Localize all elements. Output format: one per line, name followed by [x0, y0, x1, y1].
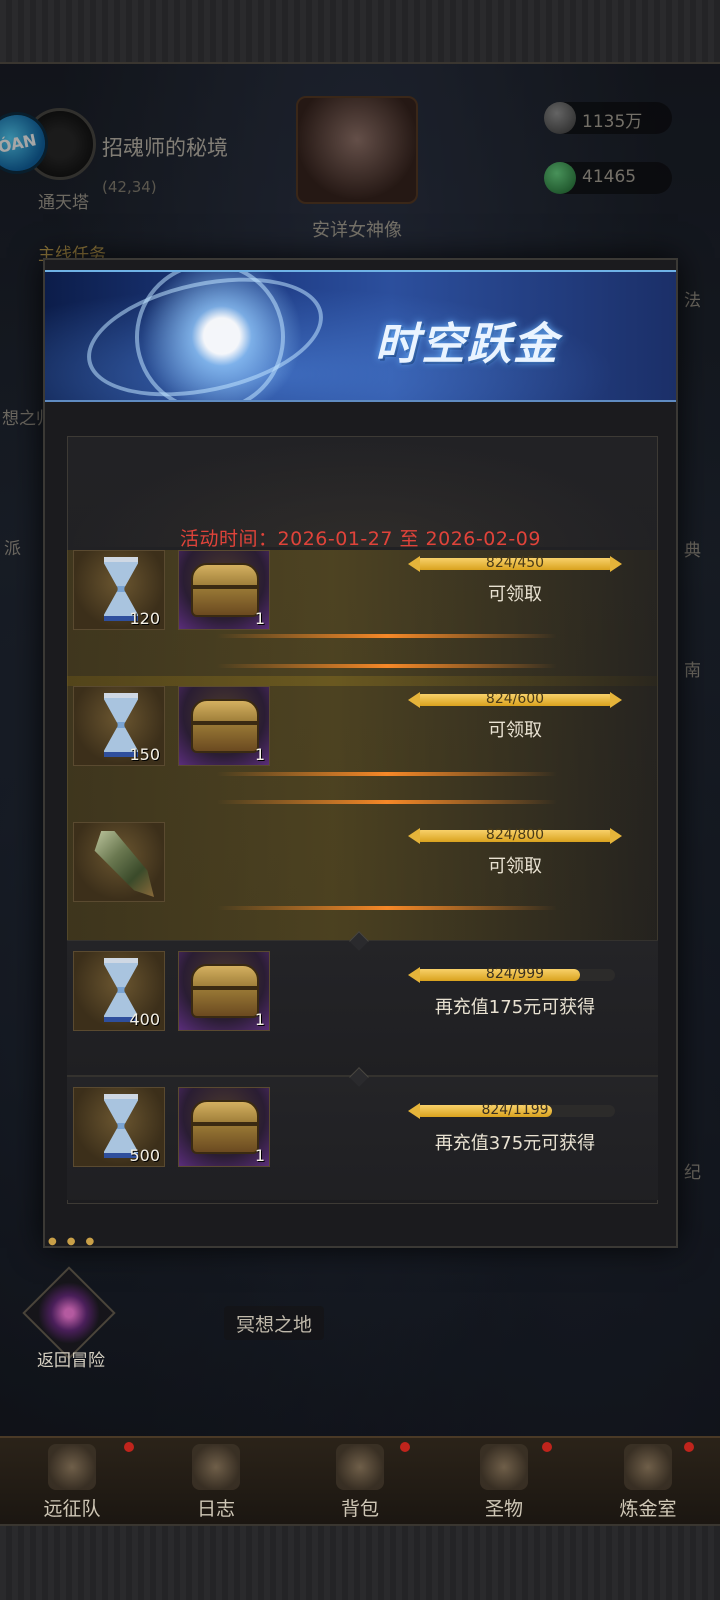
top-frame	[0, 0, 720, 64]
area-name: 冥想之地	[224, 1306, 324, 1340]
progress-bar: 824/1199	[408, 1102, 615, 1119]
nav-label: 远征队	[43, 1498, 101, 1520]
nav-backpack[interactable]: 背包	[288, 1438, 432, 1526]
page-dots: ●●●	[48, 1236, 105, 1247]
torch-icon	[480, 1444, 528, 1490]
glow-divider	[217, 634, 557, 638]
reward-row[interactable]: 500 1 824/1199 再充值375元可获得	[67, 1067, 658, 1200]
progress-text: 824/600	[485, 691, 545, 707]
claim-status[interactable]: 可领取	[367, 580, 658, 606]
event-banner: 时空跃金	[45, 270, 676, 402]
nav-label: 日志	[196, 1498, 235, 1520]
item-quantity: 120	[129, 609, 160, 628]
progress-bar: 824/999	[408, 966, 615, 983]
blade-icon	[94, 831, 154, 897]
glow-divider	[217, 772, 557, 776]
item-quantity: 1	[254, 745, 265, 764]
item-quantity: 400	[129, 1010, 160, 1029]
nav-label: 圣物	[484, 1498, 523, 1520]
progress-text: 824/1199	[481, 1102, 549, 1118]
claim-status[interactable]: 可领取	[367, 716, 658, 742]
event-time: 活动时间：2026-01-27 至 2026-02-09	[180, 528, 541, 550]
item-quantity: 150	[129, 745, 160, 764]
reward-list[interactable]: 120 1 824/450 可领取 150 1 824/600 可领取 824/…	[67, 550, 658, 1200]
reward-row[interactable]: 150 1 824/600 可领取	[67, 676, 658, 812]
notification-dot	[124, 1442, 134, 1452]
return-adventure-label: 返回冒险	[37, 1351, 105, 1371]
item-quantity: 1	[254, 1146, 265, 1165]
recharge-hint: 再充值175元可获得	[434, 997, 596, 1018]
chest-icon	[191, 699, 259, 753]
reward-row[interactable]: 400 1 824/999 再充值175元可获得	[67, 931, 658, 1076]
return-adventure-button[interactable]: 返回冒险	[22, 1266, 116, 1371]
reward-item[interactable]	[73, 822, 165, 902]
progress-bar: 824/600	[408, 691, 622, 708]
nav-alchemy[interactable]: 炼金室	[576, 1438, 720, 1526]
progress-bar: 824/800	[408, 827, 622, 844]
backpack-icon	[336, 1444, 384, 1490]
nav-journal[interactable]: 日志	[144, 1438, 288, 1526]
item-quantity: 500	[129, 1146, 160, 1165]
notification-dot	[400, 1442, 410, 1452]
recharge-hint: 再充值375元可获得	[434, 1133, 596, 1154]
progress-bar: 824/450	[408, 555, 622, 572]
event-title: 时空跃金	[375, 319, 559, 370]
helmet-icon	[48, 1444, 96, 1490]
progress-text: 824/999	[485, 966, 545, 982]
item-quantity: 1	[254, 609, 265, 628]
reward-item[interactable]: 120	[73, 550, 165, 630]
glow-divider	[217, 906, 557, 910]
scroll-icon	[192, 1444, 240, 1490]
reward-item[interactable]: 150	[73, 686, 165, 766]
reward-item[interactable]: 400	[73, 951, 165, 1031]
item-quantity: 1	[254, 1010, 265, 1029]
progress-text: 824/800	[485, 827, 545, 843]
reward-item[interactable]: 500	[73, 1087, 165, 1167]
reward-row[interactable]: 120 1 824/450 可领取	[67, 550, 658, 686]
chest-icon	[191, 1100, 259, 1154]
reward-item[interactable]: 1	[178, 550, 270, 630]
progress-text: 824/450	[485, 555, 545, 571]
notification-dot	[684, 1442, 694, 1452]
event-modal: 时空跃金 活动时间：2026-01-27 至 2026-02-09 120 1 …	[43, 258, 678, 1248]
reward-row[interactable]: 824/800 可领取	[67, 812, 658, 948]
nav-relics[interactable]: 圣物	[432, 1438, 576, 1526]
chest-icon	[191, 964, 259, 1018]
alchemy-icon	[624, 1444, 672, 1490]
glow-divider	[217, 800, 557, 804]
chest-icon	[191, 563, 259, 617]
nav-label: 炼金室	[619, 1498, 677, 1520]
reward-item[interactable]: 1	[178, 1087, 270, 1167]
nav-label: 背包	[340, 1498, 379, 1520]
bottom-frame	[0, 1524, 720, 1600]
reward-item[interactable]: 1	[178, 686, 270, 766]
claim-status[interactable]: 可领取	[367, 852, 658, 878]
reward-item[interactable]: 1	[178, 951, 270, 1031]
notification-dot	[542, 1442, 552, 1452]
glow-divider	[217, 664, 557, 668]
bottom-nav: 远征队 日志 背包 圣物 炼金室	[0, 1436, 720, 1524]
nav-expedition[interactable]: 远征队	[0, 1438, 144, 1526]
